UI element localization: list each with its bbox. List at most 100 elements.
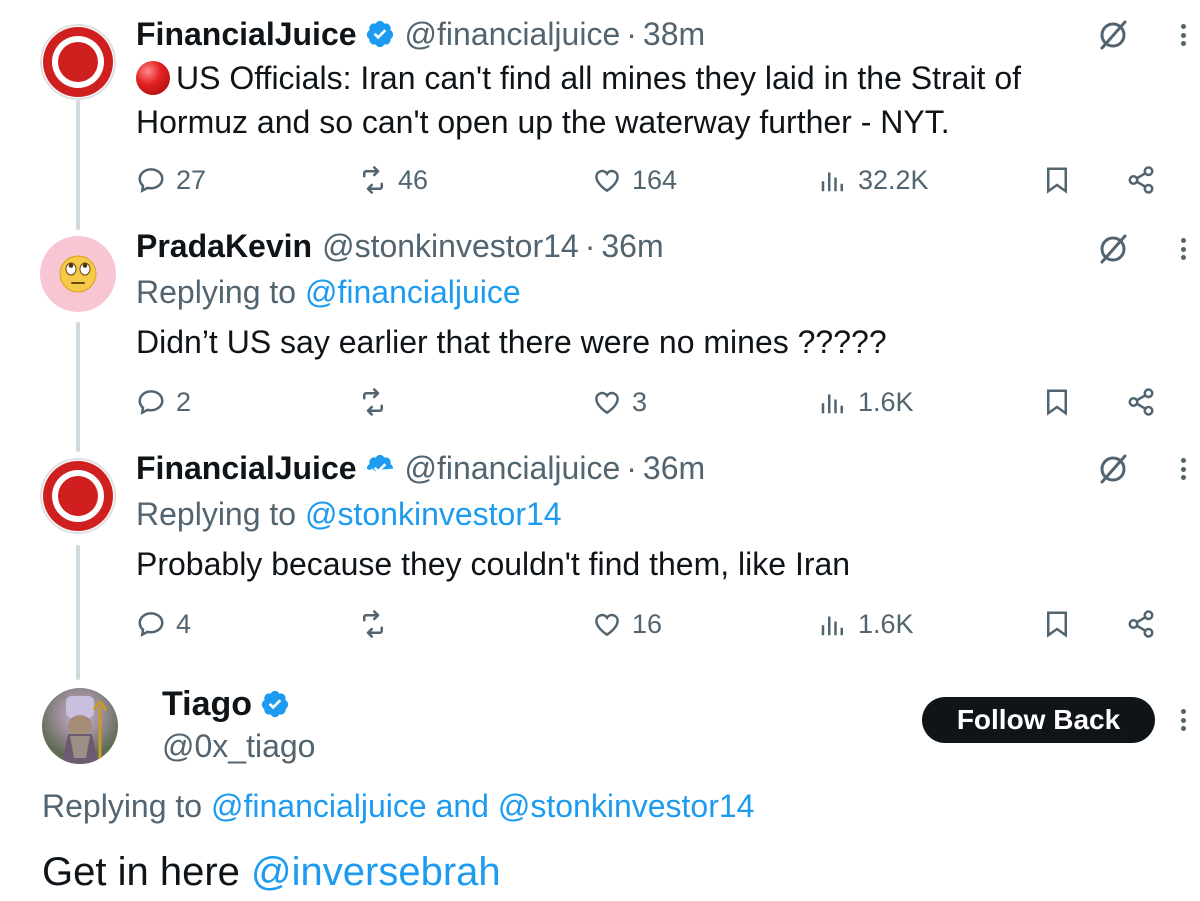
views-button[interactable]: 1.6K	[818, 382, 914, 422]
heart-icon	[595, 169, 619, 193]
repost-button[interactable]	[358, 604, 398, 644]
share-icon	[1128, 166, 1154, 194]
mention-link[interactable]: @inversebrah	[251, 850, 501, 894]
grok-icon[interactable]	[1096, 452, 1130, 486]
tweet-text-line: US Officials: Iran can't find all mines …	[176, 60, 1022, 96]
timestamp[interactable]: 38m	[643, 16, 705, 53]
author-handle[interactable]: @financialjuice	[405, 450, 621, 487]
follow-back-button[interactable]: Follow Back	[922, 697, 1155, 743]
verified-badge-icon	[365, 453, 395, 483]
thread-line	[76, 322, 80, 452]
share-button[interactable]	[1126, 160, 1166, 200]
replying-to-label: Replying to	[136, 496, 297, 532]
heart-icon	[595, 613, 619, 637]
tweet-actions: 2 3 1.6K	[136, 382, 1156, 422]
views-button[interactable]: 1.6K	[818, 604, 914, 644]
tweet-header: FinancialJuice @financialjuice · 38m	[136, 14, 1180, 54]
author-name[interactable]: FinancialJuice	[136, 450, 357, 487]
avatar-financialjuice[interactable]	[40, 458, 116, 534]
reply-count: 4	[176, 608, 192, 639]
separator-dot: ·	[584, 227, 596, 264]
tweet: FinancialJuice @financialjuice · 36m Rep…	[136, 448, 1180, 586]
author-handle[interactable]: @financialjuice	[405, 16, 621, 53]
more-dots-icon[interactable]	[1179, 452, 1187, 486]
reply-icon	[138, 390, 164, 415]
author-name[interactable]: FinancialJuice	[136, 16, 357, 53]
author-handle[interactable]: @stonkinvestor14	[322, 228, 579, 265]
replying-to: Replying to @financialjuice	[136, 270, 1180, 314]
verified-badge-icon	[260, 689, 290, 719]
like-button[interactable]: 164	[592, 160, 677, 200]
like-button[interactable]: 3	[592, 382, 647, 422]
grok-icon[interactable]	[1096, 232, 1130, 266]
like-button[interactable]: 16	[592, 604, 662, 644]
reply-button[interactable]: 4	[136, 604, 191, 644]
author-name[interactable]: Tiago	[162, 685, 252, 724]
views-icon	[821, 172, 843, 192]
reply-icon	[138, 612, 164, 637]
mention-link[interactable]: @stonkinvestor14	[498, 788, 755, 824]
share-button[interactable]	[1126, 604, 1166, 644]
mention-and: and	[435, 788, 489, 824]
timestamp[interactable]: 36m	[643, 450, 705, 487]
separator-dot: ·	[626, 449, 637, 486]
avatar-pradakevin[interactable]	[40, 236, 116, 312]
share-button[interactable]	[1126, 382, 1166, 422]
tweet-text: Probably because they couldn't find them…	[136, 546, 851, 582]
share-icon	[1128, 610, 1154, 638]
mention-link[interactable]: @stonkinvestor14	[305, 496, 562, 532]
replying-to-label: Replying to	[42, 788, 203, 824]
views-count: 1.6K	[858, 608, 914, 639]
avatar-image	[62, 696, 108, 764]
tweet: FinancialJuice @financialjuice · 38m US …	[136, 14, 1180, 144]
repost-icon	[363, 166, 383, 194]
replying-to: Replying to @financialjuice and @stonkin…	[42, 784, 754, 828]
repost-button[interactable]: 46	[358, 160, 428, 200]
more-dots-icon[interactable]	[1179, 703, 1187, 737]
timestamp[interactable]: 36m	[601, 228, 663, 265]
thread-line	[76, 100, 80, 230]
author-handle[interactable]: @0x_tiago	[162, 728, 315, 765]
red-circle-emoji	[136, 61, 170, 95]
tweet-text: Didn’t US say earlier that there were no…	[136, 324, 887, 360]
reply-text: Get in here @inversebrah	[42, 846, 501, 898]
heart-icon	[595, 391, 619, 415]
views-icon	[821, 394, 843, 414]
bookmark-icon	[1047, 611, 1067, 638]
repost-icon	[363, 610, 383, 638]
mention-link[interactable]: @financialjuice	[305, 274, 521, 310]
avatar-tiago[interactable]	[42, 688, 118, 764]
more-dots-icon[interactable]	[1179, 232, 1187, 266]
repost-icon	[363, 388, 383, 416]
verified-badge-icon	[365, 19, 395, 49]
mention-link[interactable]: @financialjuice	[211, 788, 427, 824]
bookmark-button[interactable]	[1042, 604, 1082, 644]
bookmark-icon	[1047, 167, 1067, 194]
repost-count: 46	[398, 164, 429, 195]
bookmark-button[interactable]	[1042, 160, 1082, 200]
reply-icon	[138, 168, 164, 193]
reply-button[interactable]: 2	[136, 382, 191, 422]
reply-count: 27	[176, 164, 207, 195]
bookmark-button[interactable]	[1042, 382, 1082, 422]
reply-text-body: Get in here	[42, 850, 240, 894]
like-count: 16	[632, 608, 663, 639]
rolling-eyes-emoji	[59, 255, 97, 293]
share-icon	[1128, 388, 1154, 416]
tweet-text-line: Hormuz and so can't open up the waterway…	[136, 104, 950, 140]
more-dots-icon[interactable]	[1179, 18, 1187, 52]
thread-line	[76, 545, 80, 680]
tweet-text: US Officials: Iran can't find all mines …	[136, 56, 1180, 144]
repost-button[interactable]	[358, 382, 398, 422]
like-count: 3	[632, 386, 648, 417]
avatar-financialjuice[interactable]	[40, 24, 116, 100]
tweet-header: FinancialJuice @financialjuice · 36m	[136, 448, 1180, 488]
reply-button[interactable]: 27	[136, 160, 206, 200]
author-name[interactable]: PradaKevin	[136, 228, 312, 265]
grok-icon[interactable]	[1096, 18, 1130, 52]
views-button[interactable]: 32.2K	[818, 160, 929, 200]
tweet-header: PradaKevin @stonkinvestor14 · 36m	[136, 226, 1180, 266]
tweet-actions: 4 16 1.6K	[136, 604, 1156, 644]
views-count: 1.6K	[858, 386, 914, 417]
like-count: 164	[632, 164, 678, 195]
